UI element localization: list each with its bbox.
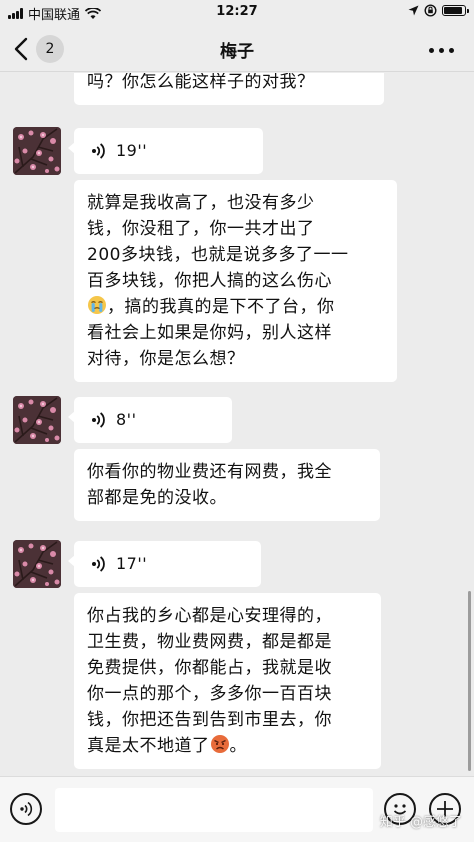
voice-message[interactable]: 8'' — [68, 397, 232, 443]
voice-input-toggle-button[interactable] — [10, 793, 42, 825]
message-line: 免费提供，你都能占，我就是收 — [87, 658, 332, 678]
contact-avatar[interactable] — [13, 396, 61, 444]
clock: 12:27 — [216, 4, 258, 19]
voice-wave-icon — [20, 801, 33, 817]
message-line: 你占我的乡心都是心安理得的， — [87, 606, 332, 626]
voice-wave-icon — [92, 556, 105, 572]
message-input[interactable] — [55, 788, 373, 832]
voice-duration: 8'' — [116, 410, 137, 429]
message-line: 部都是免的没收。 — [87, 488, 227, 508]
status-right — [408, 4, 469, 17]
nav-bar: 2 梅子 — [0, 26, 474, 72]
message-line: 真是太不地道了 。 — [87, 735, 247, 756]
voice-message[interactable]: 17'' — [68, 541, 261, 587]
scrollbar-thumb[interactable] — [468, 591, 471, 771]
chat-title: 梅子 — [220, 42, 254, 62]
text-message[interactable]: 你看你的物业费还有网费，我全 部都是免的没收。 — [74, 449, 380, 521]
voice-wave-icon — [92, 412, 105, 428]
voice-wave-icon — [92, 143, 105, 159]
text-message[interactable]: 吗？你怎么能这样子的对我？ — [74, 73, 384, 105]
text-message[interactable]: 你占我的乡心都是心安理得的， 卫生费，物业费网费，都是都是 免费提供，你都能占，… — [74, 593, 381, 769]
angry-emoji-icon — [210, 735, 229, 753]
message-line: 就算是我收高了，也没有多少 — [87, 193, 315, 213]
message-line: 你一点的那个，多多你一百百块 — [87, 684, 332, 704]
chat-screen: 中国联通 12:27 2 梅子 吗？你怎么能这样子的对我？ 19'' 就算是我收… — [0, 0, 474, 842]
message-line: 对待，你是怎么想？ — [87, 349, 245, 369]
orientation-lock-icon — [424, 4, 437, 17]
message-line: 钱，你把还告到告到市里去，你 — [87, 710, 332, 730]
watermark: 知乎 @感悠了 — [379, 815, 462, 830]
message-line: 百多块钱，你把人搞的这么伤心 — [87, 271, 332, 291]
contact-avatar[interactable] — [13, 127, 61, 175]
voice-duration: 19'' — [116, 141, 148, 160]
location-icon — [408, 5, 419, 16]
message-line: 钱，你没租了，你一共才出了 — [87, 219, 315, 239]
message-line: 看社会上如果是你妈，别人这样 — [87, 323, 332, 343]
voice-duration: 17'' — [116, 554, 148, 573]
message-line: 200多块钱，也就是说多多了一一 — [87, 245, 349, 265]
message-line: 卫生费，物业费网费，都是都是 — [87, 632, 332, 652]
battery-icon — [442, 5, 469, 16]
message-text: 吗？你怎么能这样子的对我？ — [87, 73, 315, 92]
voice-message[interactable]: 19'' — [68, 128, 263, 174]
crying-emoji-icon — [88, 296, 106, 314]
message-line: ，搞的我真的是下不了台，你 — [87, 294, 384, 320]
text-message[interactable]: 就算是我收高了，也没有多少 钱，你没租了，你一共才出了 200多块钱，也就是说多… — [74, 180, 397, 382]
input-bar: 知乎 @感悠了 — [0, 776, 474, 842]
status-bar: 中国联通 12:27 — [0, 0, 474, 26]
message-list[interactable]: 吗？你怎么能这样子的对我？ 19'' 就算是我收高了，也没有多少 钱，你没租了，… — [0, 73, 474, 776]
contact-avatar[interactable] — [13, 540, 61, 588]
more-options-icon[interactable] — [429, 48, 454, 53]
message-line: 你看你的物业费还有网费，我全 — [87, 462, 332, 482]
